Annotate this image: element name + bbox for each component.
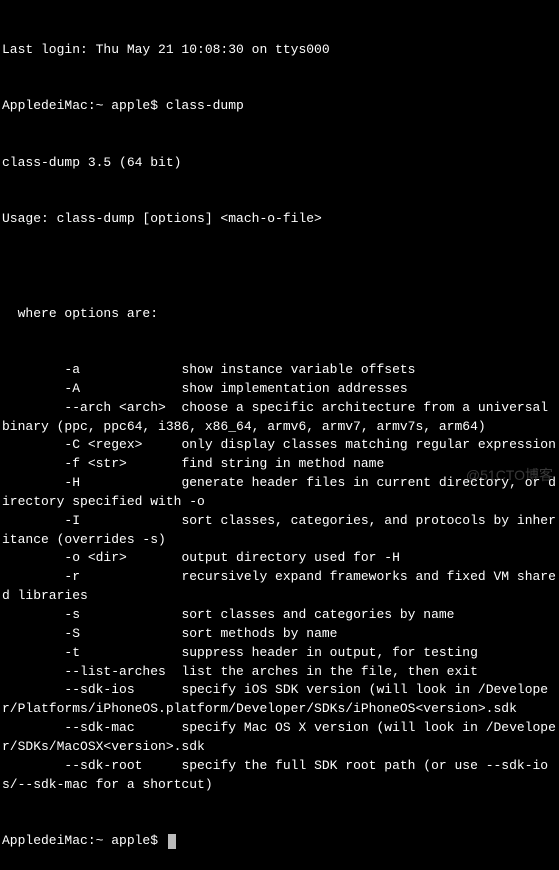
option-line: -A show implementation addresses (2, 380, 557, 399)
options-list: -a show instance variable offsets -A sho… (2, 361, 557, 794)
usage-line: Usage: class-dump [options] <mach-o-file… (2, 210, 557, 229)
command-line-2[interactable]: AppledeiMac:~ apple$ (2, 832, 557, 851)
cursor (168, 834, 176, 849)
option-line: -S sort methods by name (2, 625, 557, 644)
prompt-text: AppledeiMac:~ apple$ (2, 832, 166, 851)
option-line: -H generate header files in current dire… (2, 474, 557, 512)
option-line: -o <dir> output directory used for -H (2, 549, 557, 568)
option-line: -f <str> find string in method name (2, 455, 557, 474)
last-login-line: Last login: Thu May 21 10:08:30 on ttys0… (2, 41, 557, 60)
version-line: class-dump 3.5 (64 bit) (2, 154, 557, 173)
option-line: -C <regex> only display classes matching… (2, 436, 557, 455)
option-line: -I sort classes, categories, and protoco… (2, 512, 557, 550)
option-line: --sdk-root specify the full SDK root pat… (2, 757, 557, 795)
options-header: where options are: (2, 305, 557, 324)
entered-command: class-dump (166, 98, 244, 113)
terminal-output[interactable]: Last login: Thu May 21 10:08:30 on ttys0… (2, 3, 557, 870)
command-line-1: AppledeiMac:~ apple$ class-dump (2, 97, 557, 116)
option-line: --sdk-ios specify iOS SDK version (will … (2, 681, 557, 719)
option-line: -s sort classes and categories by name (2, 606, 557, 625)
option-line: --list-arches list the arches in the fil… (2, 663, 557, 682)
prompt-text: AppledeiMac:~ apple$ (2, 98, 166, 113)
option-line: -t suppress header in output, for testin… (2, 644, 557, 663)
option-line: --arch <arch> choose a specific architec… (2, 399, 557, 437)
option-line: -r recursively expand frameworks and fix… (2, 568, 557, 606)
option-line: --sdk-mac specify Mac OS X version (will… (2, 719, 557, 757)
option-line: -a show instance variable offsets (2, 361, 557, 380)
